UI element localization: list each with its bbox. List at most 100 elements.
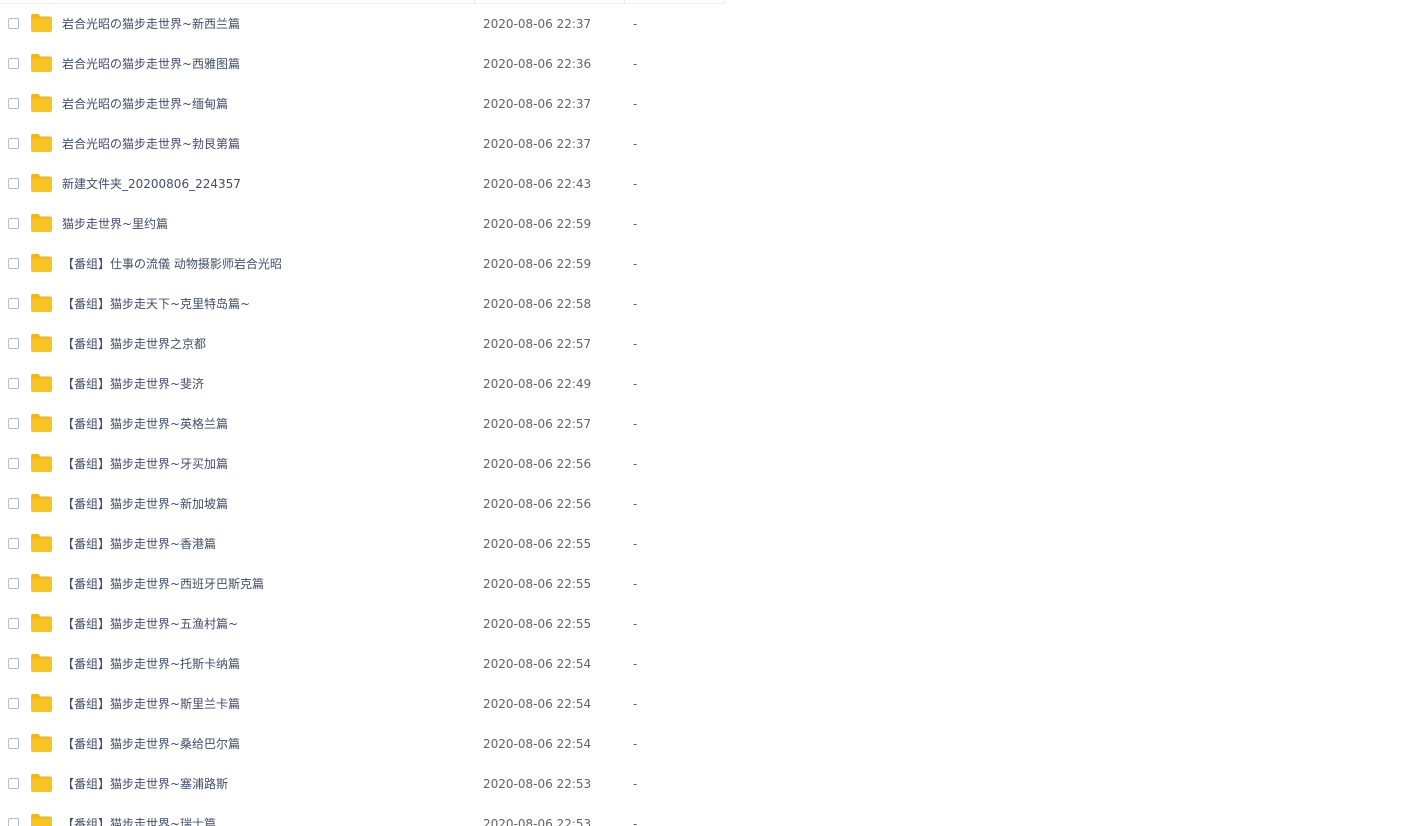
file-row[interactable]: 【番组】猫步走世界~托斯卡纳篇 2020-08-06 22:54 - (0, 644, 1411, 684)
file-name[interactable]: 【番组】猫步走世界~桑给巴尔篇 (62, 736, 240, 752)
file-date: 2020-08-06 22:43 (483, 177, 592, 191)
file-size: - (633, 697, 638, 711)
folder-icon (31, 94, 52, 112)
file-row[interactable]: 【番组】猫步走世界~牙买加篇 2020-08-06 22:56 - (0, 444, 1411, 484)
row-checkbox[interactable] (8, 538, 19, 549)
file-name[interactable]: 【番组】猫步走世界~牙买加篇 (62, 456, 228, 472)
row-checkbox[interactable] (8, 618, 19, 629)
file-date: 2020-08-06 22:53 (483, 817, 592, 826)
file-name[interactable]: 岩合光昭の猫步走世界~缅甸篇 (62, 96, 228, 112)
file-name[interactable]: 猫步走世界~里约篇 (62, 216, 168, 232)
folder-icon (31, 14, 52, 32)
row-checkbox[interactable] (8, 218, 19, 229)
row-checkbox[interactable] (8, 138, 19, 149)
file-row[interactable]: 岩合光昭の猫步走世界~缅甸篇 2020-08-06 22:37 - (0, 84, 1411, 124)
file-row[interactable]: 新建文件夹_20200806_224357 2020-08-06 22:43 - (0, 164, 1411, 204)
file-row[interactable]: 岩合光昭の猫步走世界~新西兰篇 2020-08-06 22:37 - (0, 4, 1411, 44)
folder-icon (31, 174, 52, 192)
file-name[interactable]: 【番组】猫步走世界~瑞士篇 (62, 816, 216, 826)
file-size: - (633, 497, 638, 511)
file-date: 2020-08-06 22:58 (483, 297, 592, 311)
file-date: 2020-08-06 22:37 (483, 17, 592, 31)
folder-icon (31, 694, 52, 712)
row-checkbox[interactable] (8, 738, 19, 749)
file-name[interactable]: 岩合光昭の猫步走世界~勃艮第篇 (62, 136, 240, 152)
file-size: - (633, 537, 638, 551)
row-checkbox[interactable] (8, 578, 19, 589)
file-row[interactable]: 【番组】猫步走天下~克里特岛篇~ 2020-08-06 22:58 - (0, 284, 1411, 324)
row-checkbox[interactable] (8, 298, 19, 309)
file-name[interactable]: 【番组】猫步走世界~斐济 (62, 376, 204, 392)
file-row[interactable]: 猫步走世界~里约篇 2020-08-06 22:59 - (0, 204, 1411, 244)
file-row[interactable]: 【番组】猫步走世界~瑞士篇 2020-08-06 22:53 - (0, 804, 1411, 826)
row-checkbox[interactable] (8, 338, 19, 349)
row-checkbox[interactable] (8, 818, 19, 826)
file-name[interactable]: 【番组】猫步走世界~新加坡篇 (62, 496, 228, 512)
row-checkbox[interactable] (8, 58, 19, 69)
file-name[interactable]: 【番组】猫步走世界~西班牙巴斯克篇 (62, 576, 264, 592)
file-size: - (633, 577, 638, 591)
row-checkbox[interactable] (8, 418, 19, 429)
file-date: 2020-08-06 22:53 (483, 777, 592, 791)
file-name[interactable]: 【番组】猫步走世界~香港篇 (62, 536, 216, 552)
file-size: - (633, 17, 638, 31)
file-date: 2020-08-06 22:59 (483, 217, 592, 231)
file-date: 2020-08-06 22:54 (483, 657, 592, 671)
file-row[interactable]: 【番组】猫步走世界~英格兰篇 2020-08-06 22:57 - (0, 404, 1411, 444)
folder-icon (31, 614, 52, 632)
file-name[interactable]: 【番组】仕事の流儀 动物摄影师岩合光昭 (62, 256, 282, 272)
row-checkbox[interactable] (8, 378, 19, 389)
file-rows: 岩合光昭の猫步走世界~新西兰篇 2020-08-06 22:37 - 岩合光昭の… (0, 4, 1411, 826)
file-row[interactable]: 【番组】猫步走世界之京都 2020-08-06 22:57 - (0, 324, 1411, 364)
file-date: 2020-08-06 22:56 (483, 497, 592, 511)
file-row[interactable]: 【番组】猫步走世界~新加坡篇 2020-08-06 22:56 - (0, 484, 1411, 524)
file-date: 2020-08-06 22:55 (483, 537, 592, 551)
file-name[interactable]: 【番组】猫步走世界~英格兰篇 (62, 416, 228, 432)
folder-icon (31, 654, 52, 672)
folder-icon (31, 254, 52, 272)
file-row[interactable]: 【番组】猫步走世界~斐济 2020-08-06 22:49 - (0, 364, 1411, 404)
folder-icon (31, 574, 52, 592)
file-size: - (633, 817, 638, 826)
file-name[interactable]: 岩合光昭の猫步走世界~新西兰篇 (62, 16, 240, 32)
file-size: - (633, 617, 638, 631)
file-date: 2020-08-06 22:57 (483, 337, 592, 351)
row-checkbox[interactable] (8, 18, 19, 29)
file-size: - (633, 57, 638, 71)
file-date: 2020-08-06 22:37 (483, 137, 592, 151)
row-checkbox[interactable] (8, 498, 19, 509)
row-checkbox[interactable] (8, 658, 19, 669)
file-row[interactable]: 【番组】猫步走世界~西班牙巴斯克篇 2020-08-06 22:55 - (0, 564, 1411, 604)
folder-icon (31, 534, 52, 552)
file-row[interactable]: 【番组】猫步走世界~香港篇 2020-08-06 22:55 - (0, 524, 1411, 564)
row-checkbox[interactable] (8, 698, 19, 709)
row-checkbox[interactable] (8, 258, 19, 269)
file-size: - (633, 737, 638, 751)
file-row[interactable]: 岩合光昭の猫步走世界~西雅图篇 2020-08-06 22:36 - (0, 44, 1411, 84)
file-size: - (633, 337, 638, 351)
file-name[interactable]: 【番组】猫步走天下~克里特岛篇~ (62, 296, 250, 312)
file-date: 2020-08-06 22:54 (483, 737, 592, 751)
file-size: - (633, 217, 638, 231)
file-name[interactable]: 【番组】猫步走世界~托斯卡纳篇 (62, 656, 240, 672)
row-checkbox[interactable] (8, 778, 19, 789)
file-name[interactable]: 【番组】猫步走世界~塞浦路斯 (62, 776, 228, 792)
file-date: 2020-08-06 22:37 (483, 97, 592, 111)
file-name[interactable]: 岩合光昭の猫步走世界~西雅图篇 (62, 56, 240, 72)
file-row[interactable]: 【番组】仕事の流儀 动物摄影师岩合光昭 2020-08-06 22:59 - (0, 244, 1411, 284)
file-name[interactable]: 新建文件夹_20200806_224357 (62, 176, 241, 192)
file-row[interactable]: 【番组】猫步走世界~塞浦路斯 2020-08-06 22:53 - (0, 764, 1411, 804)
file-row[interactable]: 【番组】猫步走世界~斯里兰卡篇 2020-08-06 22:54 - (0, 684, 1411, 724)
file-row[interactable]: 岩合光昭の猫步走世界~勃艮第篇 2020-08-06 22:37 - (0, 124, 1411, 164)
file-name[interactable]: 【番组】猫步走世界~斯里兰卡篇 (62, 696, 240, 712)
file-name[interactable]: 【番组】猫步走世界~五渔村篇~ (62, 616, 238, 632)
file-date: 2020-08-06 22:55 (483, 577, 592, 591)
file-size: - (633, 297, 638, 311)
file-name[interactable]: 【番组】猫步走世界之京都 (62, 336, 206, 352)
row-checkbox[interactable] (8, 98, 19, 109)
row-checkbox[interactable] (8, 178, 19, 189)
file-row[interactable]: 【番组】猫步走世界~桑给巴尔篇 2020-08-06 22:54 - (0, 724, 1411, 764)
file-row[interactable]: 【番组】猫步走世界~五渔村篇~ 2020-08-06 22:55 - (0, 604, 1411, 644)
row-checkbox[interactable] (8, 458, 19, 469)
folder-icon (31, 134, 52, 152)
